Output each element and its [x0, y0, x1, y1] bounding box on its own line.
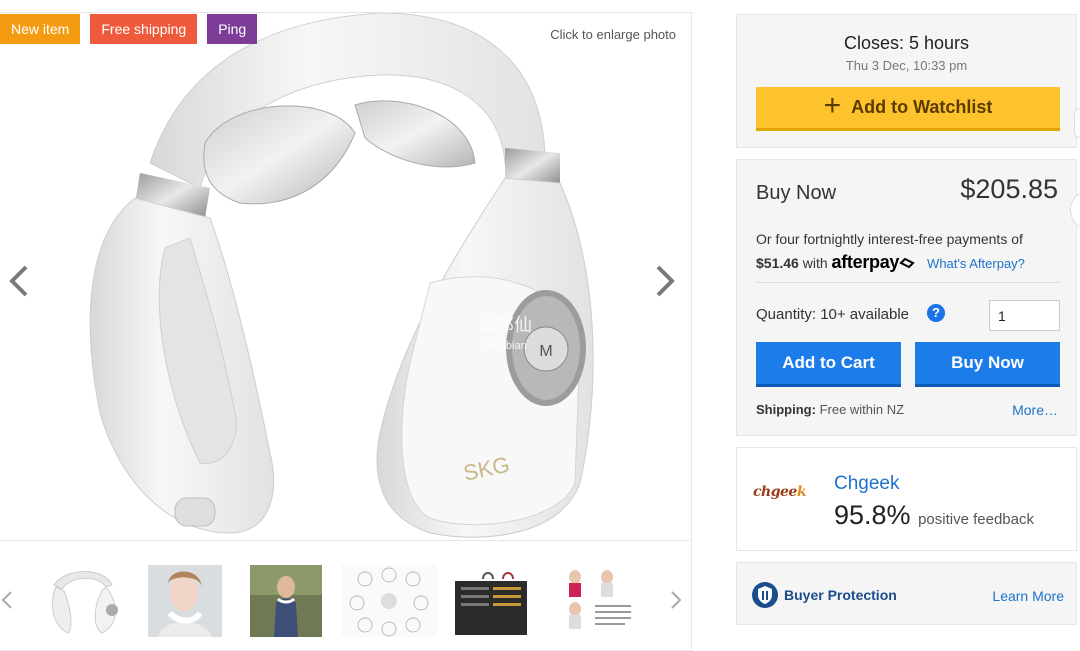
seller-name-link[interactable]: Chgeek [834, 473, 900, 495]
shipping-value: Free within NZ [819, 402, 905, 417]
watchlist-label: Add to Watchlist [851, 97, 993, 117]
svg-text:海邦仙: 海邦仙 [478, 315, 532, 336]
shield-icon [752, 582, 778, 608]
thumbnail[interactable] [250, 565, 322, 637]
afterpay-intro: Or four fortnightly interest-free paymen… [756, 231, 1023, 247]
quantity-label: Quantity: 10+ available [756, 306, 910, 323]
free-shipping-badge: Free shipping [90, 14, 198, 44]
badge-row: New item Free shipping Ping [0, 14, 258, 44]
thumbnail-strip [0, 540, 691, 651]
shipping-label: Shipping: [756, 402, 816, 417]
help-icon[interactable]: ? [927, 304, 945, 322]
seller-panel: chgeek Chgeek 95.8% positive feedback [736, 447, 1077, 551]
shipping-info: Shipping: Free within NZ [756, 402, 904, 417]
edge-widget[interactable] [1074, 108, 1080, 138]
afterpay-with: with [802, 255, 828, 271]
buy-now-price: $205.85 [960, 174, 1058, 204]
add-to-cart-button[interactable]: Add to Cart [756, 342, 901, 387]
plus-icon: + [823, 88, 842, 122]
thumbnail[interactable] [36, 565, 132, 637]
buyer-protection-label: Buyer Protection [784, 587, 897, 603]
closing-time: Closes: 5 hours [843, 33, 970, 53]
afterpay-logo: afterpay [832, 252, 916, 272]
auction-closing-panel: Closes: 5 hours Thu 3 Dec, 10:33 pm + Ad… [736, 14, 1077, 148]
thumbnail[interactable] [443, 565, 539, 637]
divider [756, 282, 1060, 283]
afterpay-info: Or four fortnightly interest-free paymen… [756, 228, 1056, 275]
svg-text:Hinabian: Hinabian [483, 340, 526, 352]
buyer-protection-panel: Buyer Protection Learn More [736, 562, 1077, 625]
main-photo[interactable]: New item Free shipping Ping Click to enl… [0, 13, 691, 539]
shipping-more-link[interactable]: More… [1012, 402, 1058, 418]
quantity-input[interactable] [989, 300, 1060, 331]
new-item-badge: New item [0, 14, 81, 44]
ping-badge: Ping [207, 14, 258, 44]
buy-now-button[interactable]: Buy Now [915, 342, 1060, 387]
photo-gallery: New item Free shipping Ping Click to enl… [0, 12, 692, 651]
learn-more-link[interactable]: Learn More [992, 588, 1064, 604]
thumb-chevron-left-icon[interactable] [0, 589, 14, 611]
enlarge-photo-link[interactable]: Click to enlarge photo [550, 27, 676, 42]
buy-now-heading: Buy Now [756, 182, 837, 204]
chevron-left-icon[interactable] [4, 261, 34, 301]
thumbnail[interactable] [545, 565, 641, 637]
feedback-label: positive feedback [918, 511, 1034, 528]
chevron-right-icon[interactable] [650, 261, 680, 301]
feedback-percent: 95.8% [834, 500, 911, 530]
whats-afterpay-link[interactable]: What's Afterpay? [927, 256, 1025, 271]
buy-now-panel: Buy Now $205.85 Or four fortnightly inte… [736, 159, 1077, 436]
thumb-chevron-right-icon[interactable] [669, 589, 683, 611]
thumbnail[interactable] [341, 565, 437, 637]
seller-feedback: 95.8% positive feedback [834, 500, 1034, 531]
add-to-watchlist-button[interactable]: + Add to Watchlist [756, 87, 1060, 131]
afterpay-amount: $51.46 [756, 255, 799, 271]
closing-date: Thu 3 Dec, 10:33 pm [845, 58, 968, 73]
seller-logo[interactable]: chgeek [753, 484, 807, 500]
svg-text:M: M [539, 343, 552, 360]
afterpay-arrows-icon [899, 257, 915, 269]
thumbnail[interactable] [148, 565, 222, 637]
product-image[interactable]: M SKG 海邦仙 Hinabian [0, 13, 691, 539]
